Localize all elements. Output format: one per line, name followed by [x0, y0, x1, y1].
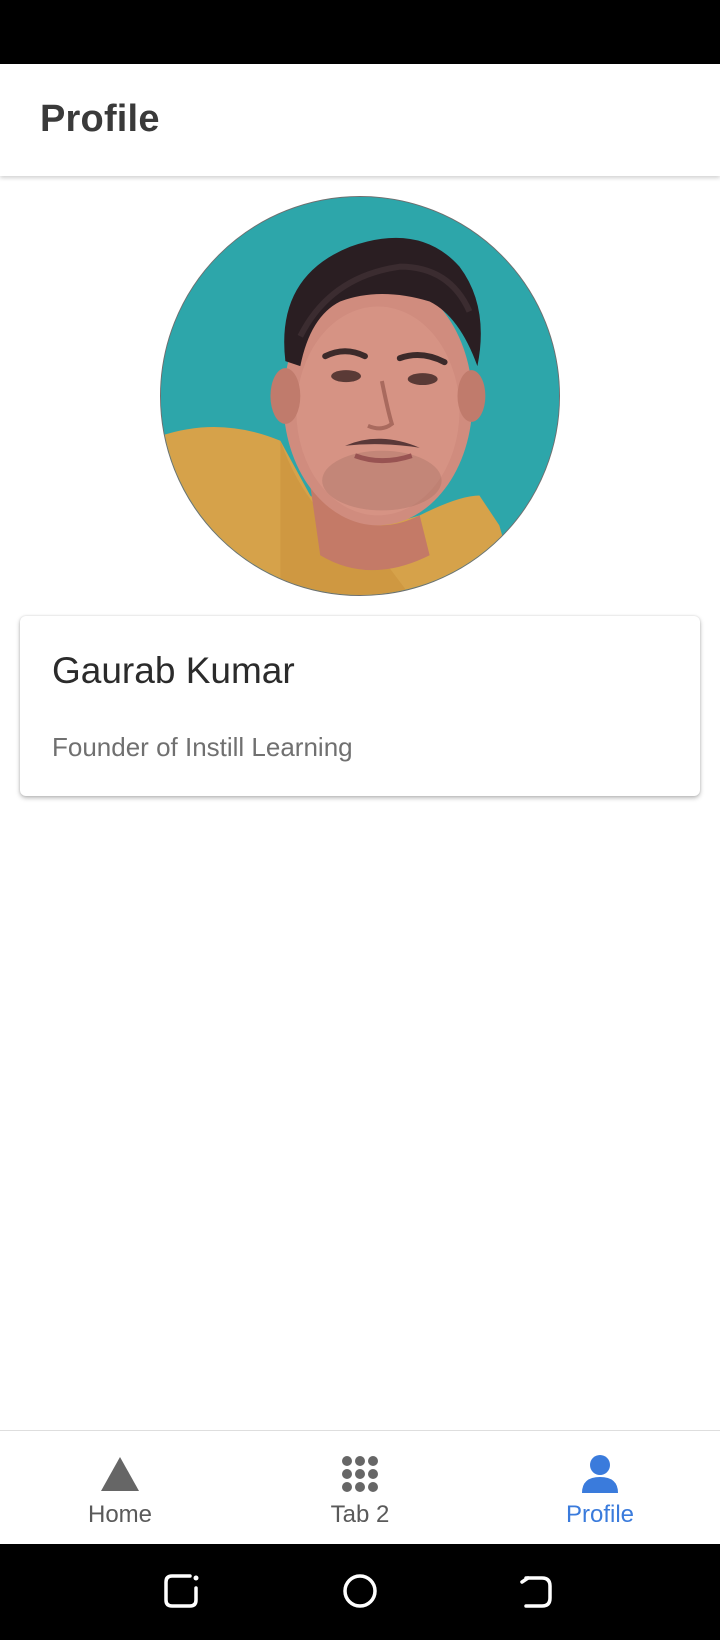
profile-avatar	[160, 196, 560, 596]
tab-home-label: Home	[87, 1501, 153, 1528]
tab-2-label: Tab 2	[330, 1501, 390, 1528]
tab-home[interactable]: Home	[0, 1431, 240, 1544]
bottom-tab-bar: Home Tab 2 Profile	[0, 1430, 720, 1544]
profile-photo	[161, 197, 559, 595]
profile-subtitle: Founder of Instill Learning	[52, 732, 353, 762]
tab-profile[interactable]: Profile	[480, 1431, 720, 1544]
home-circle-icon[interactable]	[337, 1568, 383, 1614]
triangle-icon	[101, 1457, 139, 1491]
status-bar	[0, 0, 720, 64]
person-icon	[582, 1455, 618, 1493]
recent-apps-icon[interactable]	[160, 1568, 206, 1614]
tab-profile-label: Profile	[565, 1501, 635, 1528]
profile-content: Gaurab Kumar Founder of Instill Learning	[0, 176, 720, 1430]
grid-icon	[342, 1456, 378, 1492]
app-header: Profile	[0, 64, 720, 176]
page-title: Profile	[40, 98, 160, 140]
system-navigation-bar	[0, 1544, 720, 1640]
back-icon[interactable]	[514, 1568, 560, 1614]
profile-name: Gaurab Kumar	[52, 650, 295, 691]
profile-card: Gaurab Kumar Founder of Instill Learning	[20, 616, 700, 796]
tab-2[interactable]: Tab 2	[240, 1431, 480, 1544]
